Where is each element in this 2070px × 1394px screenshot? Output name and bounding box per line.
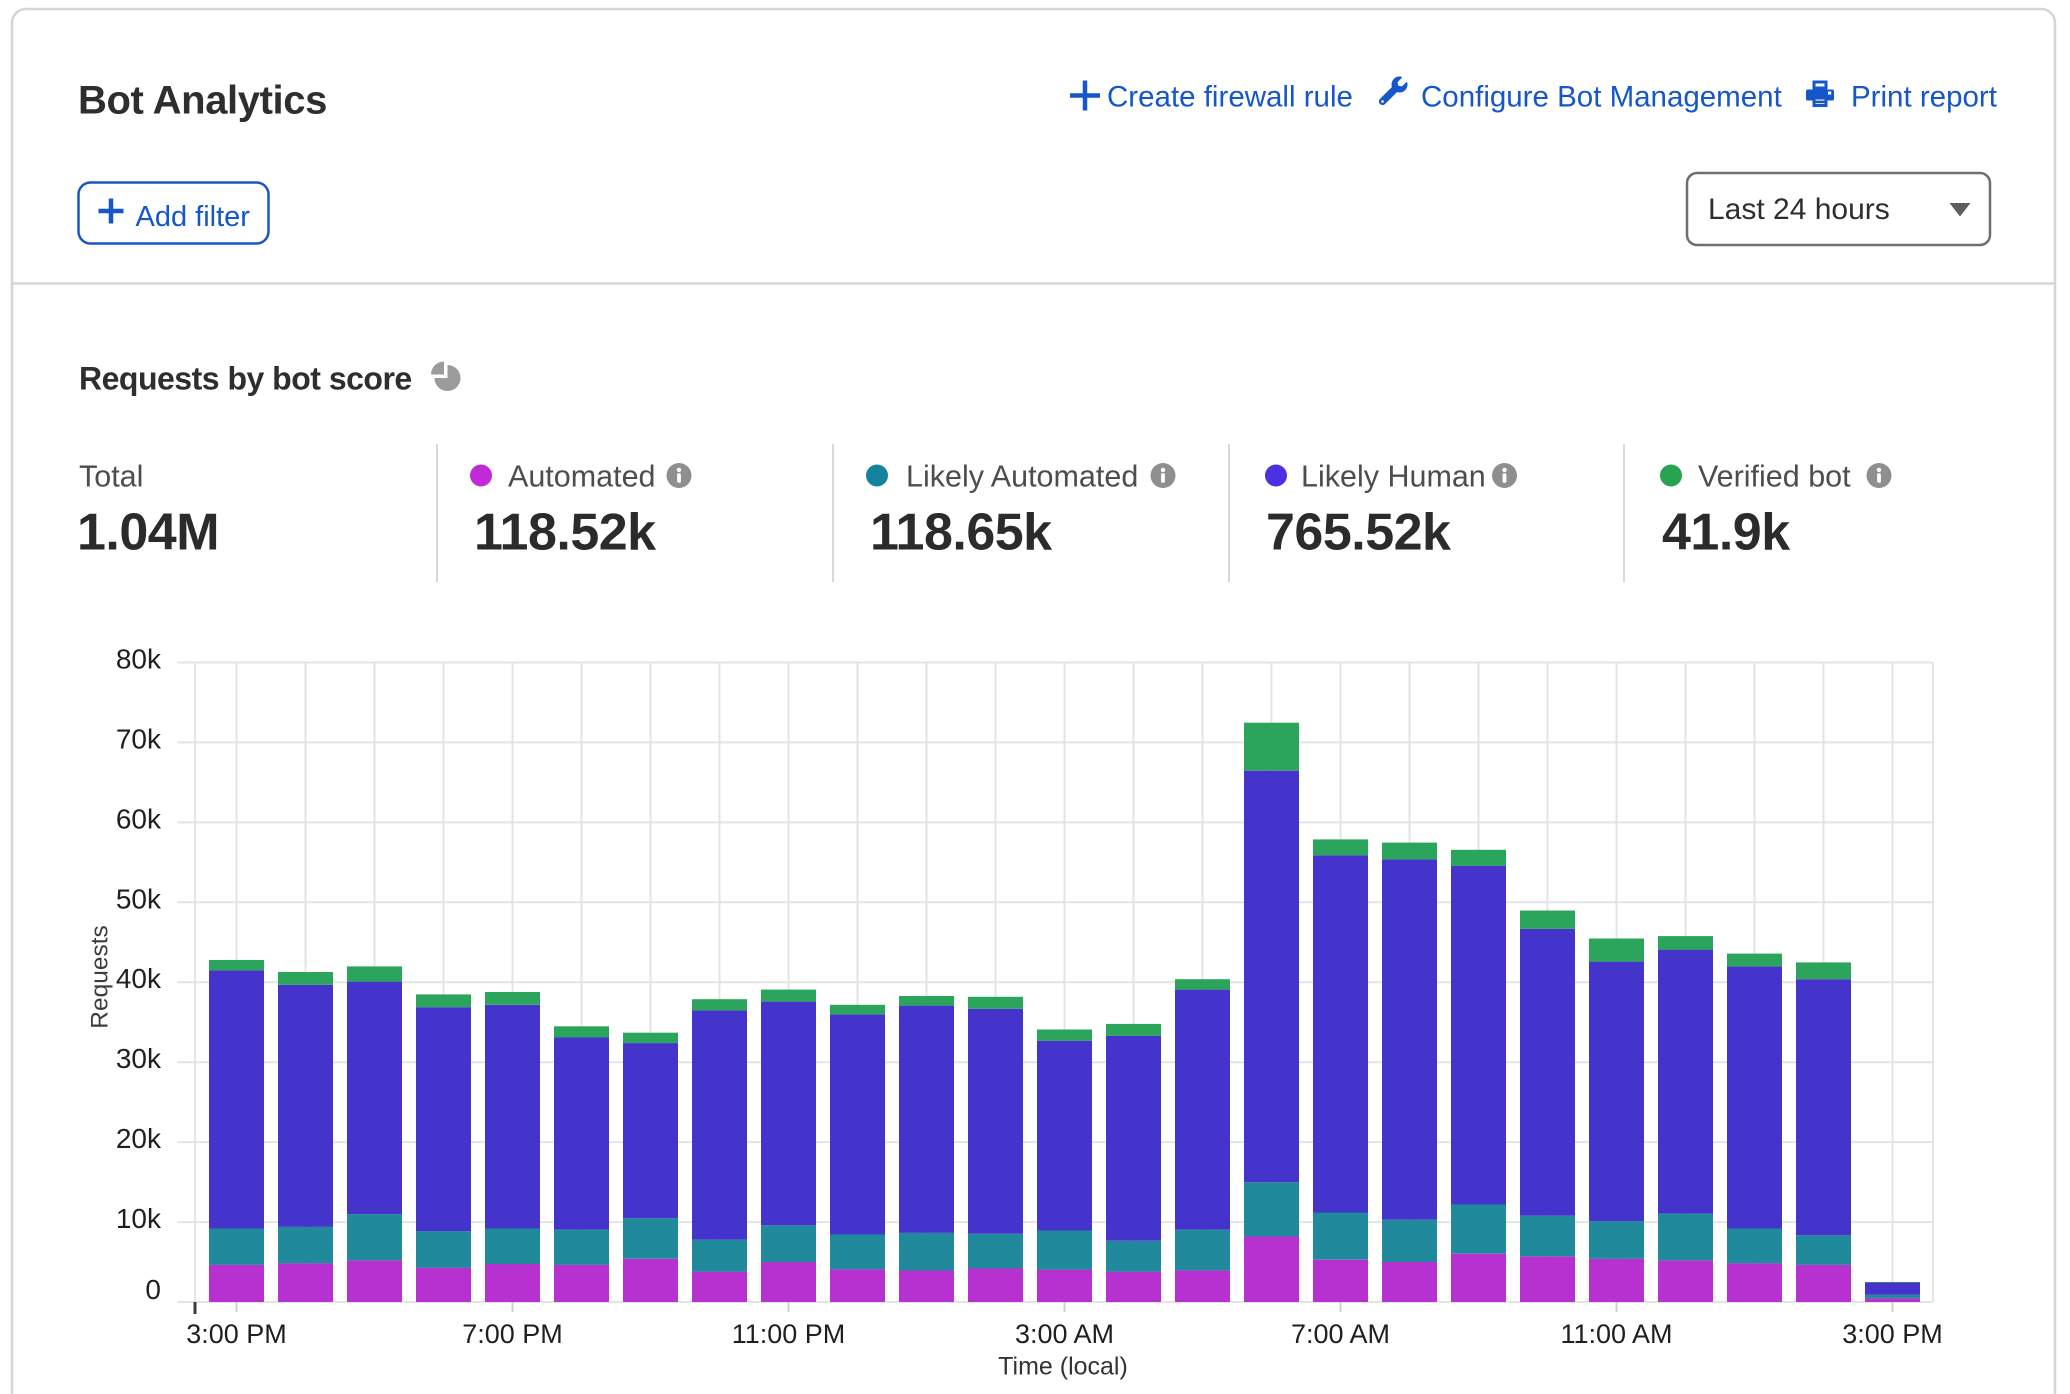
svg-text:Likely Human: Likely Human xyxy=(1301,460,1486,494)
svg-text:20k: 20k xyxy=(116,1123,162,1154)
svg-text:50k: 50k xyxy=(116,883,162,914)
svg-text:11:00 AM: 11:00 AM xyxy=(1560,1319,1672,1349)
svg-text:3:00 PM: 3:00 PM xyxy=(1842,1319,1943,1349)
svg-text:Total: Total xyxy=(79,460,143,494)
svg-text:Requests by bot score: Requests by bot score xyxy=(79,361,412,397)
svg-text:Verified bot: Verified bot xyxy=(1698,460,1851,494)
svg-text:0: 0 xyxy=(145,1274,161,1305)
svg-text:Add filter: Add filter xyxy=(136,201,251,233)
svg-text:1.04M: 1.04M xyxy=(77,504,219,562)
svg-text:3:00 PM: 3:00 PM xyxy=(186,1319,287,1349)
svg-text:80k: 80k xyxy=(116,644,162,675)
svg-text:118.52k: 118.52k xyxy=(474,504,656,562)
svg-text:7:00 PM: 7:00 PM xyxy=(462,1319,563,1349)
svg-text:118.65k: 118.65k xyxy=(870,504,1052,562)
svg-text:Configure Bot Management: Configure Bot Management xyxy=(1421,81,1782,114)
svg-text:10k: 10k xyxy=(116,1203,162,1234)
svg-text:Bot Analytics: Bot Analytics xyxy=(78,79,327,123)
svg-text:40k: 40k xyxy=(116,963,162,994)
svg-text:70k: 70k xyxy=(116,723,162,754)
svg-text:60k: 60k xyxy=(116,803,162,834)
svg-text:Automated: Automated xyxy=(508,460,656,494)
svg-text:3:00 AM: 3:00 AM xyxy=(1015,1319,1114,1349)
svg-text:11:00 PM: 11:00 PM xyxy=(732,1319,846,1349)
svg-text:Create firewall rule: Create firewall rule xyxy=(1107,81,1353,114)
svg-text:7:00 AM: 7:00 AM xyxy=(1291,1319,1390,1349)
svg-text:30k: 30k xyxy=(116,1043,162,1074)
svg-text:Time (local): Time (local) xyxy=(998,1353,1128,1381)
svg-text:41.9k: 41.9k xyxy=(1662,504,1790,562)
svg-text:765.52k: 765.52k xyxy=(1266,504,1451,562)
svg-text:Likely Automated: Likely Automated xyxy=(906,460,1138,494)
svg-text:Requests: Requests xyxy=(87,925,114,1029)
svg-text:Print report: Print report xyxy=(1851,81,1997,114)
svg-text:Last 24 hours: Last 24 hours xyxy=(1708,193,1890,226)
